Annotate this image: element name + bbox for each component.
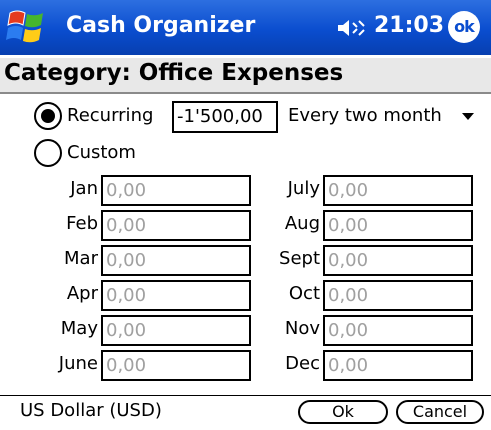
month-field-apr[interactable]: 0,00 (101, 280, 251, 311)
month-label-june: June (58, 353, 98, 374)
month-label-july: July (287, 178, 320, 199)
month-field-mar[interactable]: 0,00 (101, 245, 251, 276)
month-field-may[interactable]: 0,00 (101, 315, 251, 346)
cancel-button[interactable]: Cancel (396, 400, 484, 424)
month-label-apr: Apr (66, 283, 98, 304)
month-field-july[interactable]: 0,00 (323, 175, 473, 206)
app-title: Cash Organizer (66, 13, 256, 38)
category-header: Category: Office Expenses (0, 58, 491, 94)
footer-divider (0, 395, 491, 396)
ok-button[interactable]: Ok (298, 400, 388, 424)
month-label-aug: Aug (284, 213, 320, 234)
month-field-feb[interactable]: 0,00 (101, 210, 251, 241)
recurring-radio[interactable] (34, 102, 62, 130)
month-label-sept: Sept (279, 248, 320, 269)
month-field-nov[interactable]: 0,00 (323, 315, 473, 346)
clock[interactable]: 21:03 (374, 13, 444, 38)
currency-label: US Dollar (USD) (20, 400, 162, 421)
month-label-jan: Jan (70, 178, 98, 199)
custom-label[interactable]: Custom (67, 142, 136, 163)
month-label-oct: Oct (288, 283, 320, 304)
month-field-june[interactable]: 0,00 (101, 350, 251, 381)
month-field-aug[interactable]: 0,00 (323, 210, 473, 241)
windows-start-icon[interactable] (6, 7, 48, 49)
month-label-may: May (60, 318, 98, 339)
month-field-dec[interactable]: 0,00 (323, 350, 473, 381)
month-field-oct[interactable]: 0,00 (323, 280, 473, 311)
custom-radio[interactable] (34, 139, 62, 167)
speaker-icon[interactable] (336, 17, 370, 39)
month-label-nov: Nov (284, 318, 320, 339)
month-field-sept[interactable]: 0,00 (323, 245, 473, 276)
recurring-amount-input[interactable]: -1'500,00 (172, 101, 278, 133)
month-field-jan[interactable]: 0,00 (101, 175, 251, 206)
radio-selected-dot (41, 109, 55, 123)
recurring-label[interactable]: Recurring (67, 105, 153, 126)
month-label-feb: Feb (66, 213, 98, 234)
month-label-mar: Mar (64, 248, 98, 269)
dropdown-arrow-icon[interactable] (462, 113, 474, 120)
frequency-select[interactable]: Every two month (288, 105, 442, 126)
title-bar: Cash Organizer 21:03 ok (0, 0, 491, 55)
category-title: Category: Office Expenses (4, 60, 344, 86)
month-label-dec: Dec (285, 353, 320, 374)
title-ok-button[interactable]: ok (448, 11, 480, 43)
